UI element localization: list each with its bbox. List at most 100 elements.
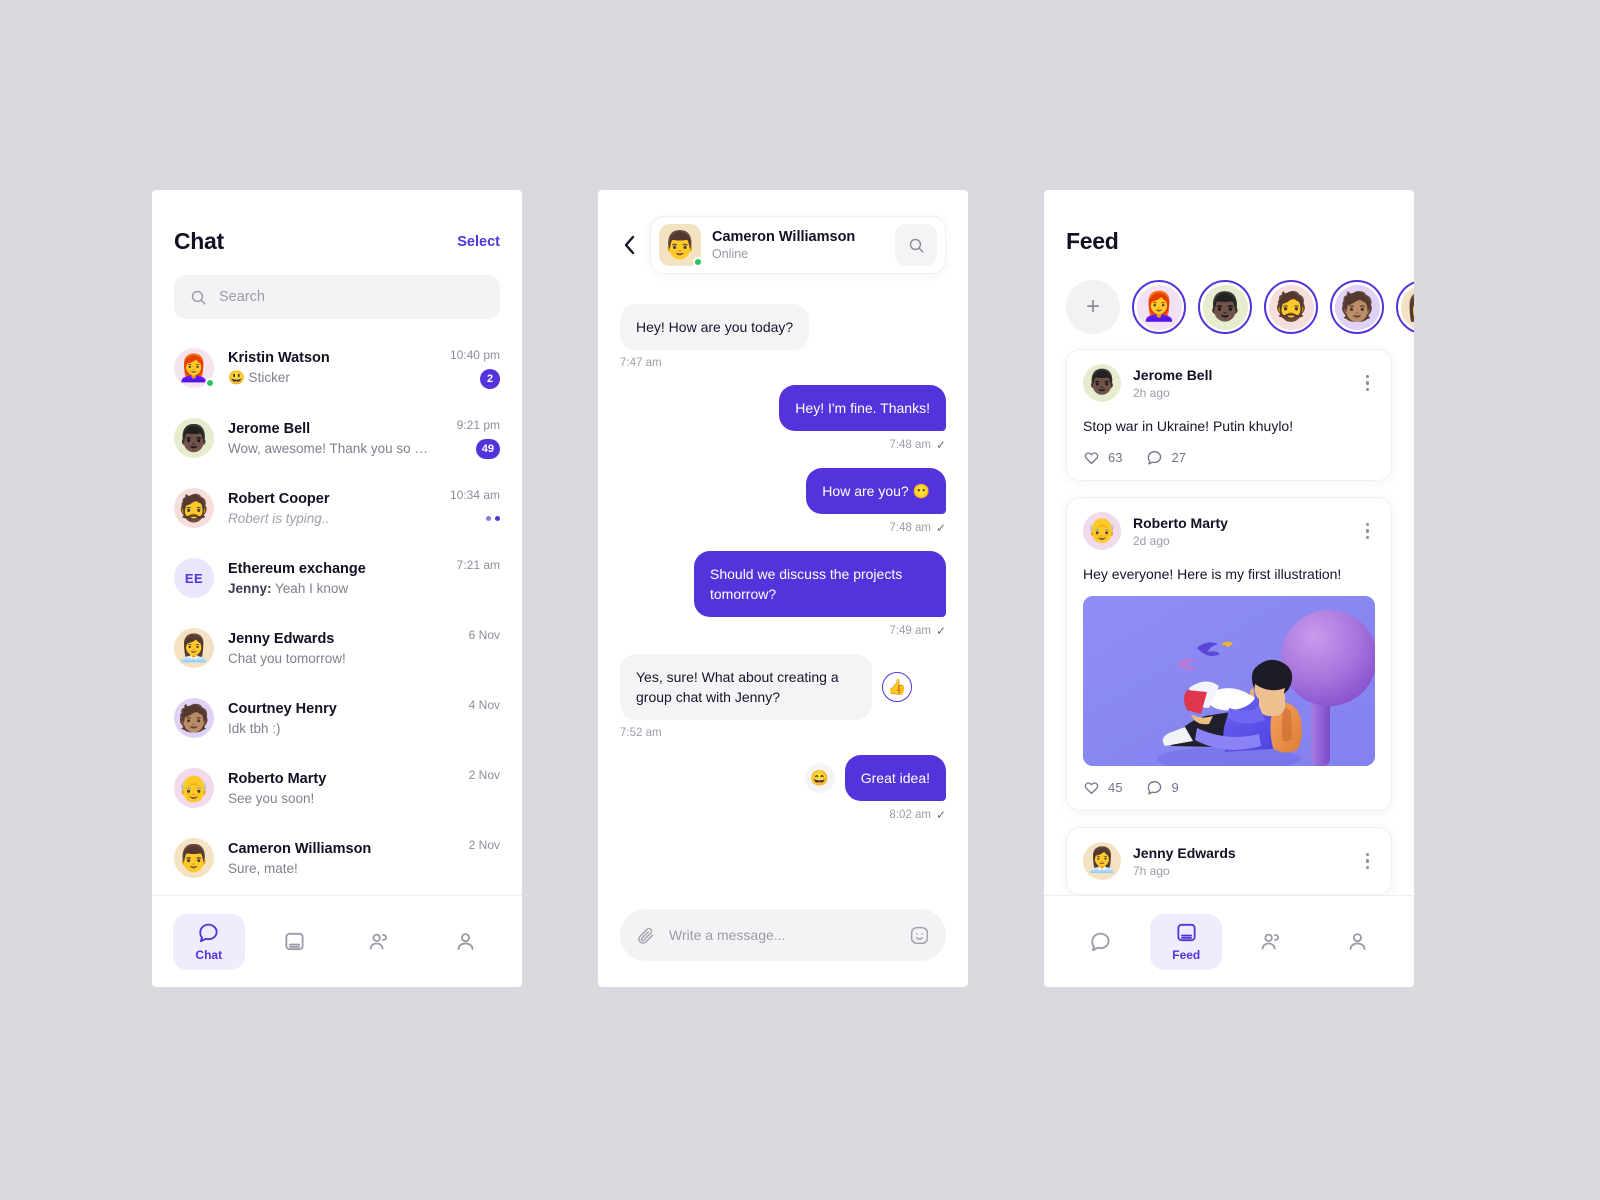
chat-item-time: 7:21 am — [456, 557, 500, 572]
contacts-icon — [1260, 930, 1283, 953]
avatar: 🧔 — [1268, 284, 1314, 330]
message-reaction[interactable]: 👍 — [882, 672, 912, 702]
preview-text: Robert is typing.. — [228, 510, 330, 526]
chat-item-body: Courtney Henry Idk tbh :) — [228, 701, 430, 736]
preview-sender: Jenny: — [228, 580, 272, 596]
tab-feed[interactable]: Feed — [1150, 913, 1223, 970]
bottom-tabbar: Feed — [1044, 895, 1414, 987]
message-bubble[interactable]: Yes, sure! What about creating a group c… — [620, 654, 872, 720]
chat-item-name: Roberto Marty — [228, 770, 327, 787]
chat-item-name: Kristin Watson — [228, 350, 330, 366]
chat-list-item[interactable]: 🧔 Robert Cooper Robert is typing.. 10:34 a… — [152, 473, 522, 543]
tab-contacts[interactable] — [1236, 914, 1308, 970]
online-indicator — [693, 257, 703, 267]
chat-item-body: Jerome Bell Wow, awesome! Thank you so m… — [228, 421, 430, 456]
outgoing-message: 😄 Great idea! 8:02 am ✓ — [620, 755, 946, 822]
tab-feed[interactable] — [258, 914, 330, 970]
profile-icon — [454, 930, 477, 953]
chat-list-item[interactable]: 👩‍🦰 Kristin Watson 😃 Sticker 10:40 pm 2 — [152, 333, 522, 403]
story-avatar[interactable]: 👩‍🦰 — [1132, 280, 1186, 334]
emoji-smile-icon[interactable] — [909, 925, 930, 946]
message-bubble[interactable]: Should we discuss the projects tomorrow? — [694, 551, 946, 617]
message-bubble[interactable]: Hey! I'm fine. Thanks! — [779, 385, 946, 431]
comment-button[interactable]: 27 — [1146, 449, 1186, 466]
chat-item-time: 2 Nov — [468, 837, 500, 852]
story-avatar[interactable]: 👩 — [1396, 280, 1414, 334]
chat-list: 👩‍🦰 Kristin Watson 😃 Sticker 10:40 pm 2 👨🏿 Je… — [152, 333, 522, 895]
kebab-menu-icon[interactable] — [1360, 519, 1376, 544]
kebab-menu-icon[interactable] — [1360, 371, 1376, 396]
post-author-name: Jerome Bell — [1133, 366, 1213, 383]
chat-list-item[interactable]: 👨🏿 Jerome Bell Wow, awesome! Thank you so… — [152, 403, 522, 473]
feed-icon — [1175, 921, 1198, 944]
like-button[interactable]: 45 — [1083, 779, 1122, 796]
preview-text: See you soon! — [228, 790, 315, 806]
back-button[interactable] — [618, 235, 640, 255]
chat-item-body: Jenny Edwards Chat you tomorrow! — [228, 631, 430, 666]
chat-item-time: 10:34 am — [449, 487, 500, 502]
tab-chat[interactable]: Chat — [172, 913, 245, 970]
tab-profile[interactable] — [429, 914, 501, 970]
page-title: Chat — [174, 228, 224, 254]
avatar: 👨🏿 — [174, 418, 214, 458]
chat-header: Chat Select — [152, 190, 522, 255]
avatar-emoji: 👩‍💼 — [177, 633, 211, 663]
stories-strip[interactable]: + 👩‍🦰 👨🏿 🧔 🧑🏽 👩 — [1044, 255, 1414, 341]
heart-icon — [1083, 779, 1100, 796]
tab-chat-bubble[interactable] — [1065, 914, 1137, 970]
add-story-button[interactable]: + — [1066, 280, 1120, 334]
chat-item-name: Courtney Henry — [228, 700, 337, 717]
tab-contacts[interactable] — [344, 914, 416, 970]
chat-list-item[interactable]: 👴 Roberto Marty See you soon! 2 Nov — [152, 753, 522, 823]
avatar-emoji: 👩‍💼 — [1087, 847, 1117, 874]
conversation-search-button[interactable] — [895, 224, 937, 266]
online-indicator — [205, 378, 215, 388]
story-avatar[interactable]: 🧔 — [1264, 280, 1318, 334]
like-button[interactable]: 63 — [1083, 449, 1122, 466]
paperclip-icon[interactable] — [636, 926, 655, 945]
feed-post: 👩‍💼 Jenny Edwards 7h ago — [1066, 827, 1392, 895]
chat-list-item[interactable]: 🧑🏽 Courtney Henry Idk tbh :) 4 Nov — [152, 683, 522, 753]
feed-post-list: 👨🏿 Jerome Bell 2h ago Stop war in Ukrain… — [1044, 341, 1414, 895]
select-button[interactable]: Select — [457, 234, 500, 250]
chat-item-preview: See you soon! — [228, 791, 430, 806]
story-avatar[interactable]: 🧑🏽 — [1330, 280, 1384, 334]
chat-item-name: Jerome Bell — [228, 420, 311, 437]
message-bubble[interactable]: How are you? 😶 — [806, 468, 946, 514]
outgoing-message: How are you? 😶 7:48 am ✓ — [620, 468, 946, 535]
read-receipt-icon: ✓ — [935, 438, 946, 452]
message-meta: 7:49 am ✓ — [889, 624, 946, 638]
tab-label: Feed — [1172, 948, 1201, 962]
message-bubble[interactable]: Hey! How are you today? — [620, 304, 810, 350]
chat-list-item[interactable]: 👩‍💼 Jenny Edwards Chat you tomorrow! 6 Nov — [152, 613, 522, 683]
message-input[interactable]: Write a message... — [620, 909, 946, 961]
page-title: Feed — [1066, 228, 1119, 254]
chat-list-item[interactable]: EE Ethereum exchange Jenny: Yeah I know 7:… — [152, 543, 522, 613]
contact-card[interactable]: 👨 Cameron Williamson Online — [650, 216, 946, 274]
message-reaction[interactable]: 😄 — [804, 763, 835, 793]
chat-item-meta: 10:40 pm 2 — [444, 348, 500, 389]
story-avatar[interactable]: 👨🏿 — [1198, 280, 1252, 334]
post-author-name: Roberto Marty — [1133, 514, 1228, 531]
chat-item-meta: 6 Nov — [444, 628, 500, 669]
avatar: 👴 — [174, 768, 214, 808]
kebab-menu-icon[interactable] — [1360, 849, 1376, 874]
unread-badge: 49 — [475, 438, 500, 459]
post-media[interactable] — [1083, 596, 1375, 766]
comment-button[interactable]: 9 — [1146, 779, 1179, 796]
avatar-emoji: 👩 — [1406, 293, 1414, 321]
chat-item-name: Robert Cooper — [228, 490, 330, 507]
bubble-row: Hey! I'm fine. Thanks! — [779, 385, 946, 431]
contacts-icon — [368, 930, 391, 953]
chat-bubble-icon — [197, 921, 220, 944]
avatar-emoji: 👴 — [1087, 517, 1117, 544]
post-header: 👴 Roberto Marty 2d ago — [1083, 512, 1375, 550]
message-time: 7:48 am — [889, 522, 931, 534]
search-input[interactable]: Search — [174, 275, 500, 319]
avatar: 🧑🏽 — [174, 698, 214, 738]
message-bubble[interactable]: Great idea! — [844, 755, 946, 801]
chat-item-meta: 2 Nov — [444, 768, 500, 809]
chat-list-item[interactable]: 👨 Cameron Williamson Sure, mate! 2 Nov — [152, 823, 522, 893]
tab-profile[interactable] — [1321, 914, 1393, 970]
message-meta: 7:48 am ✓ — [889, 521, 946, 535]
